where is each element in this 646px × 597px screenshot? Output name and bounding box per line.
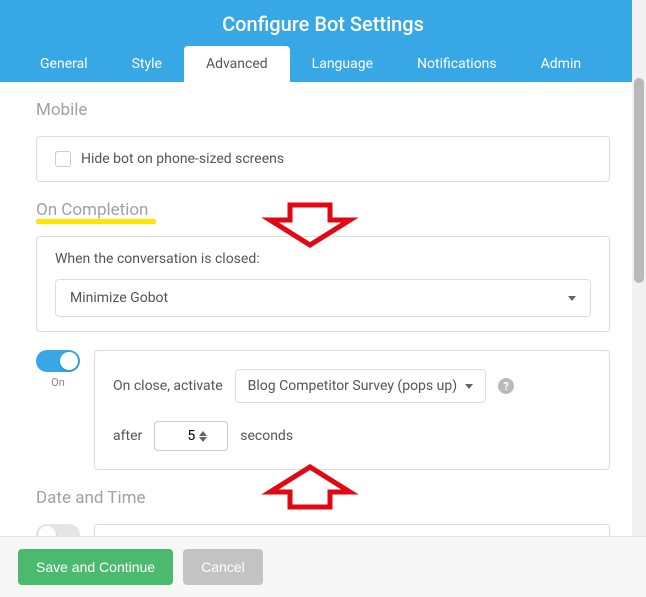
- caret-down-icon: [568, 296, 576, 301]
- spinner-down-icon[interactable]: [199, 437, 207, 442]
- content-pane: Mobile Hide bot on phone-sized screens O…: [0, 82, 646, 552]
- on-close-row: On On close, activate Blog Competitor Su…: [36, 350, 610, 470]
- tab-bar: General Style Advanced Language Notifica…: [0, 46, 646, 82]
- save-button[interactable]: Save and Continue: [18, 549, 173, 585]
- hide-bot-checkbox[interactable]: [55, 151, 71, 167]
- delay-value: 5: [187, 428, 195, 444]
- section-mobile-title: Mobile: [36, 100, 610, 120]
- seconds-label: seconds: [240, 428, 293, 444]
- on-close-activate-label: On close, activate: [113, 378, 223, 394]
- number-spinner[interactable]: [199, 431, 207, 442]
- survey-select[interactable]: Blog Competitor Survey (pops up): [235, 369, 486, 403]
- footer-bar: Save and Continue Cancel: [0, 536, 646, 597]
- survey-value: Blog Competitor Survey (pops up): [248, 378, 457, 394]
- scrollbar-track[interactable]: [632, 0, 646, 543]
- tab-style[interactable]: Style: [110, 46, 184, 82]
- mobile-card: Hide bot on phone-sized screens: [36, 136, 610, 182]
- hide-bot-row[interactable]: Hide bot on phone-sized screens: [55, 151, 591, 167]
- scrollbar-thumb[interactable]: [634, 78, 644, 283]
- page-title: Configure Bot Settings: [0, 12, 646, 46]
- tab-notifications[interactable]: Notifications: [395, 46, 519, 82]
- on-close-toggle-label: On: [51, 376, 65, 389]
- modal-header: Configure Bot Settings General Style Adv…: [0, 0, 646, 82]
- help-icon[interactable]: ?: [498, 378, 514, 394]
- when-closed-select[interactable]: Minimize Gobot: [55, 279, 591, 317]
- delay-input[interactable]: 5: [154, 421, 228, 451]
- when-closed-value: Minimize Gobot: [70, 290, 168, 306]
- after-label: after: [113, 428, 142, 444]
- on-close-card: On close, activate Blog Competitor Surve…: [94, 350, 610, 470]
- on-close-toggle[interactable]: [36, 350, 80, 372]
- tab-admin[interactable]: Admin: [519, 46, 603, 82]
- tab-language[interactable]: Language: [290, 46, 395, 82]
- section-datetime-title: Date and Time: [36, 488, 610, 508]
- completion-card: When the conversation is closed: Minimiz…: [36, 236, 610, 332]
- section-completion-title: On Completion: [36, 200, 148, 220]
- cancel-button[interactable]: Cancel: [183, 549, 263, 585]
- tab-advanced[interactable]: Advanced: [184, 46, 290, 82]
- tab-general[interactable]: General: [18, 46, 110, 82]
- spinner-up-icon[interactable]: [199, 431, 207, 436]
- caret-down-icon: [465, 384, 473, 389]
- hide-bot-label: Hide bot on phone-sized screens: [81, 151, 284, 167]
- toggle-knob: [60, 352, 78, 370]
- when-closed-label: When the conversation is closed:: [55, 251, 591, 267]
